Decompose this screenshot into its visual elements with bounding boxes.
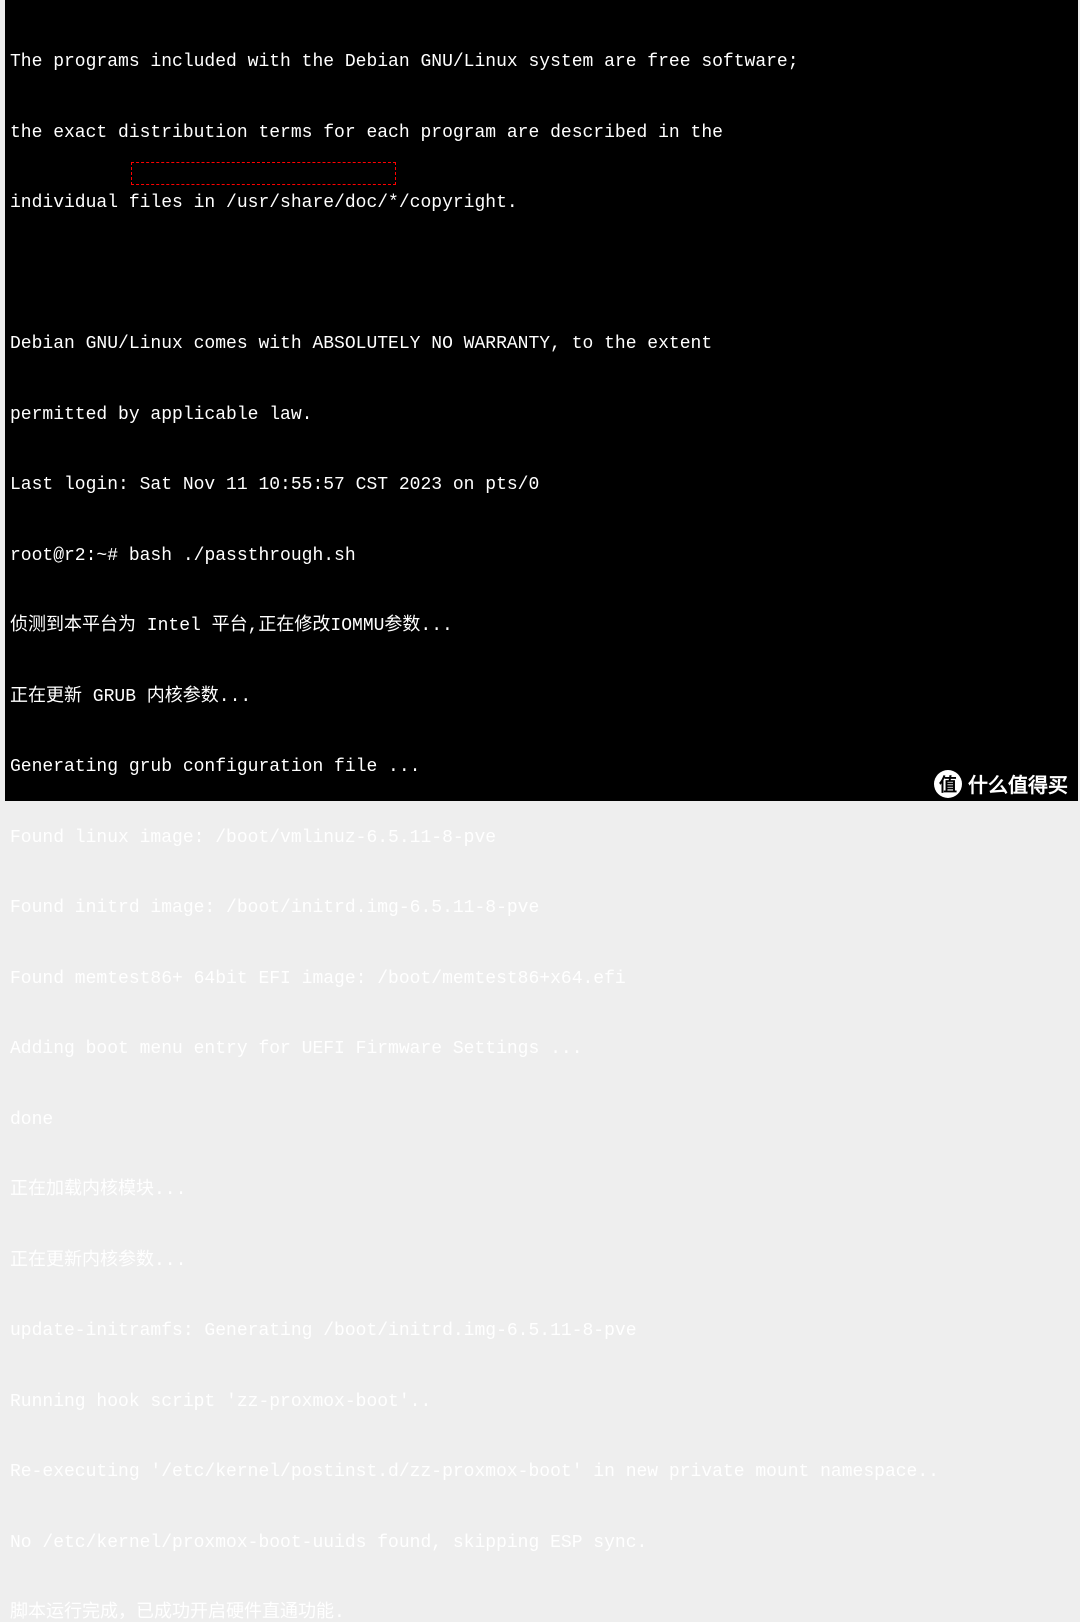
terminal-output-line: Found initrd image: /boot/initrd.img-6.5… — [10, 897, 1073, 921]
terminal-output-line: Running hook script 'zz-proxmox-boot'.. — [10, 1391, 1073, 1415]
terminal-output-line: The programs included with the Debian GN… — [10, 51, 1073, 75]
watermark: 值 什么值得买 — [934, 769, 1068, 798]
terminal-output-line: permitted by applicable law. — [10, 404, 1073, 428]
terminal-output-line: 脚本运行完成，已成功开启硬件直通功能. — [10, 1602, 1073, 1622]
terminal-output-line: Found linux image: /boot/vmlinuz-6.5.11-… — [10, 827, 1073, 851]
terminal-output-line: done — [10, 1109, 1073, 1133]
terminal-output-line — [10, 263, 1073, 287]
terminal-output-line: Last login: Sat Nov 11 10:55:57 CST 2023… — [10, 474, 1073, 498]
terminal-output-line: Generating grub configuration file ... — [10, 756, 1073, 780]
terminal-window[interactable]: The programs included with the Debian GN… — [5, 0, 1078, 801]
terminal-output-line: No /etc/kernel/proxmox-boot-uuids found,… — [10, 1532, 1073, 1556]
terminal-output-line: 侦测到本平台为 Intel 平台,正在修改IOMMU参数... — [10, 615, 1073, 639]
terminal-output-line: Debian GNU/Linux comes with ABSOLUTELY N… — [10, 333, 1073, 357]
terminal-output-line: Re-executing '/etc/kernel/postinst.d/zz-… — [10, 1461, 1073, 1485]
prompt-prefix: root@r2:~# — [10, 546, 129, 566]
terminal-prompt-line: root@r2:~# bash ./passthrough.sh — [10, 545, 1073, 569]
terminal-output-line: 正在加载内核模块... — [10, 1179, 1073, 1203]
terminal-output-line: the exact distribution terms for each pr… — [10, 122, 1073, 146]
terminal-output-line: Found memtest86+ 64bit EFI image: /boot/… — [10, 968, 1073, 992]
terminal-output-line: Adding boot menu entry for UEFI Firmware… — [10, 1038, 1073, 1062]
terminal-output-line: individual files in /usr/share/doc/*/cop… — [10, 192, 1073, 216]
prompt-command: bash ./passthrough.sh — [129, 546, 356, 566]
terminal-output-line: 正在更新内核参数... — [10, 1250, 1073, 1274]
watermark-badge-icon: 值 — [934, 770, 962, 798]
terminal-output-line: 正在更新 GRUB 内核参数... — [10, 686, 1073, 710]
terminal-output-line: update-initramfs: Generating /boot/initr… — [10, 1320, 1073, 1344]
watermark-text: 什么值得买 — [968, 769, 1068, 798]
